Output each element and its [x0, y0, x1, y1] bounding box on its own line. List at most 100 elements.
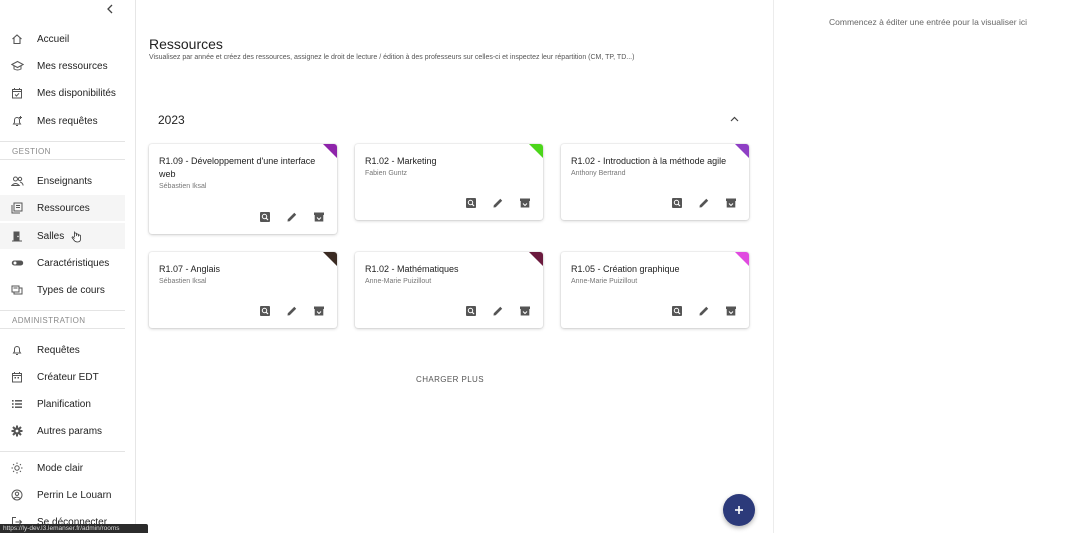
calendar-check-icon [10, 86, 24, 100]
home-icon [10, 32, 24, 46]
edit-icon[interactable] [284, 209, 300, 225]
sidebar-item-salles[interactable]: Salles [0, 223, 125, 249]
card-title: R1.02 - Introduction à la méthode agile [571, 156, 727, 166]
inspect-icon[interactable] [257, 209, 273, 225]
toggle-icon [10, 256, 24, 270]
sidebar-item-accueil[interactable]: Accueil [0, 26, 125, 52]
archive-icon[interactable] [517, 195, 533, 211]
theme-toggle[interactable]: Mode clair [0, 455, 125, 481]
user-profile[interactable]: Perrin Le Louarn [0, 482, 125, 508]
sidebar-item-caracteristiques[interactable]: Caractéristiques [0, 250, 125, 276]
hand-cursor-icon [71, 230, 82, 248]
year-label: 2023 [158, 113, 185, 127]
divider [0, 141, 125, 142]
resource-card[interactable]: R1.07 - Anglais Sébastien Iksal [149, 252, 337, 328]
resource-card[interactable]: R1.02 - Marketing Fabien Guntz [355, 144, 543, 220]
page-subtitle: Visualisez par année et créez des ressou… [149, 54, 635, 61]
sidebar-item-mes-requetes[interactable]: Mes requêtes [0, 108, 125, 134]
sidebar-item-enseignants[interactable]: Enseignants [0, 168, 125, 194]
sidebar-item-label: Requêtes [37, 344, 80, 356]
inspect-icon[interactable] [669, 303, 685, 319]
edit-icon[interactable] [284, 303, 300, 319]
card-title: R1.05 - Création graphique [571, 264, 680, 274]
people-icon [10, 174, 24, 188]
sidebar-item-createur-edt[interactable]: Créateur EDT [0, 364, 125, 390]
archive-icon[interactable] [311, 209, 327, 225]
card-teacher: Sébastien Iksal [159, 183, 207, 190]
inspect-icon[interactable] [669, 195, 685, 211]
sidebar-item-planification[interactable]: Planification [0, 391, 125, 417]
card-title: R1.07 - Anglais [159, 264, 221, 274]
divider [0, 310, 125, 311]
load-more-button[interactable]: CHARGER PLUS [410, 375, 490, 384]
card-teacher: Sébastien Iksal [159, 278, 207, 285]
add-resource-button[interactable] [723, 494, 755, 526]
preview-empty-message: Commencez à éditer une entrée pour la vi… [829, 17, 1027, 27]
card-teacher: Anne-Marie Puizillout [571, 278, 638, 285]
sidebar-item-ressources[interactable]: Ressources [0, 195, 125, 221]
sidebar-item-label: Planification [37, 398, 91, 410]
sidebar-item-mes-ressources[interactable]: Mes ressources [0, 53, 125, 79]
section-title-gestion: GESTION [12, 147, 51, 156]
edit-icon[interactable] [490, 195, 506, 211]
archive-icon[interactable] [723, 195, 739, 211]
sidebar-item-label: Enseignants [37, 175, 93, 187]
sidebar-item-types-de-cours[interactable]: Types de cours [0, 277, 125, 303]
page-title: Ressources [149, 36, 223, 52]
library-books-icon [10, 201, 24, 215]
user-name: Perrin Le Louarn [37, 489, 112, 501]
list-icon [10, 397, 24, 411]
archive-icon[interactable] [311, 303, 327, 319]
resource-card[interactable]: R1.02 - Mathématiques Anne-Marie Puizill… [355, 252, 543, 328]
resource-card[interactable]: R1.02 - Introduction à la méthode agile … [561, 144, 749, 220]
theme-toggle-label: Mode clair [37, 462, 84, 474]
sidebar-item-label: Autres params [37, 425, 103, 437]
edit-icon[interactable] [490, 303, 506, 319]
card-teacher: Anthony Bertrand [571, 170, 626, 177]
sun-icon [10, 461, 24, 475]
sidebar-item-label: Accueil [37, 33, 70, 45]
edit-icon[interactable] [696, 303, 712, 319]
chevron-up-icon[interactable] [727, 112, 741, 126]
plus-icon [735, 506, 743, 514]
inspect-icon[interactable] [463, 195, 479, 211]
sidebar-item-label: Ressources [37, 202, 90, 214]
divider [0, 328, 125, 329]
resource-card[interactable]: R1.05 - Création graphique Anne-Marie Pu… [561, 252, 749, 328]
layers-icon [10, 283, 24, 297]
sidebar-item-label: Caractéristiques [37, 257, 110, 269]
archive-icon[interactable] [517, 303, 533, 319]
school-icon [10, 59, 24, 73]
card-title: R1.09 - Développement d'une interface we… [159, 156, 316, 179]
calendar-icon [10, 370, 24, 384]
gear-icon [10, 424, 24, 438]
link-status-bar: https://ly-dev.l3.lemanser.fr/admin/room… [0, 524, 148, 533]
sidebar-item-label: Types de cours [37, 284, 105, 296]
sidebar-item-label: Salles [37, 230, 65, 242]
sidebar-item-mes-disponibilites[interactable]: Mes disponibilités [0, 80, 125, 106]
bell-icon [10, 343, 24, 357]
inspect-icon[interactable] [463, 303, 479, 319]
sidebar-item-label: Mes disponibilités [37, 87, 116, 99]
sidebar-item-requetes[interactable]: Requêtes [0, 337, 125, 363]
sidebar-item-autres-params[interactable]: Autres params [0, 418, 125, 444]
door-icon [10, 229, 24, 243]
card-teacher: Fabien Guntz [365, 170, 408, 177]
divider [0, 451, 125, 452]
archive-icon[interactable] [723, 303, 739, 319]
divider [0, 159, 125, 160]
collapse-sidebar-icon[interactable] [103, 2, 117, 16]
inspect-icon[interactable] [257, 303, 273, 319]
account-circle-icon [10, 488, 24, 502]
sidebar-item-label: Mes requêtes [37, 115, 98, 127]
card-teacher: Anne-Marie Puizillout [365, 278, 432, 285]
sidebar-item-label: Créateur EDT [37, 371, 99, 383]
sidebar: Accueil Mes ressources Mes disponibilité… [0, 0, 136, 533]
resource-card[interactable]: R1.09 - Développement d'une interface we… [149, 144, 337, 234]
card-title: R1.02 - Mathématiques [365, 264, 459, 274]
section-title-administration: ADMINISTRATION [12, 316, 86, 325]
edit-icon[interactable] [696, 195, 712, 211]
card-title: R1.02 - Marketing [365, 156, 437, 166]
preview-panel: Commencez à éditer une entrée pour la vi… [773, 0, 1081, 533]
sidebar-item-label: Mes ressources [37, 60, 108, 72]
